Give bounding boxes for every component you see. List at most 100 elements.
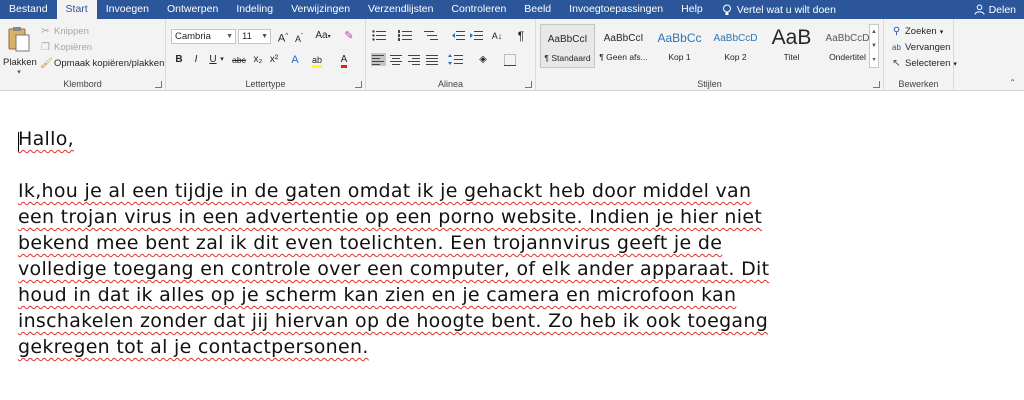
align-right-icon[interactable] — [408, 54, 421, 65]
group-label-styles: Stijlen — [697, 79, 722, 89]
style-ondertitel[interactable]: AaBbCcD Ondertitel — [820, 24, 875, 68]
tab-verzendlijsten[interactable]: Verzendlijsten — [359, 0, 442, 19]
bold-icon: B — [175, 54, 183, 65]
editing-buttons: ⚲ Zoeken ▾ ab Vervangen ↖ Selecteren ▾ — [891, 25, 957, 70]
decrease-indent-icon[interactable] — [452, 30, 465, 41]
strikethrough-button[interactable]: abc — [230, 53, 248, 67]
tab-invoegtoepassingen[interactable]: Invoegtoepassingen — [560, 0, 672, 19]
document-line: volledige toegang en controle over een c… — [18, 258, 770, 280]
search-icon: ⚲ — [892, 26, 901, 37]
replace-button[interactable]: ab Vervangen — [891, 41, 957, 54]
style-titel[interactable]: AaB Titel — [764, 24, 819, 68]
paragraph-launcher-icon[interactable] — [525, 81, 532, 88]
subscript-button[interactable]: x₂ — [251, 53, 265, 67]
underline-dropdown[interactable]: ▾ — [218, 53, 226, 67]
numbering-icon[interactable] — [398, 30, 412, 41]
increase-indent-icon[interactable] — [470, 30, 483, 41]
font-size-combo[interactable]: 11 ▼ — [238, 29, 271, 44]
align-left-icon[interactable] — [371, 53, 386, 66]
text-effects-icon: A — [291, 54, 299, 66]
format-painter-button[interactable]: 🖌 Opmaak kopiëren/plakken — [40, 57, 164, 70]
shrink-font-button[interactable]: Aˇ — [292, 30, 306, 44]
style-standaard[interactable]: AaBbCcI ¶ Standaard — [540, 24, 595, 68]
select-button[interactable]: ↖ Selecteren ▾ — [891, 57, 957, 70]
share-label: Delen — [988, 3, 1016, 16]
person-icon — [974, 4, 985, 15]
underline-icon: U — [209, 54, 217, 65]
tab-verwijzingen[interactable]: Verwijzingen — [282, 0, 359, 19]
clipboard-icon — [8, 27, 30, 52]
chevron-up-icon[interactable]: ▲ — [870, 25, 878, 39]
multilevel-list-icon[interactable] — [424, 30, 438, 41]
italic-button[interactable]: I — [189, 53, 203, 67]
style-geen-afstand[interactable]: AaBbCcI ¶ Geen afs... — [596, 24, 651, 68]
group-label-paragraph: Alinea — [437, 79, 464, 89]
ribbon-tab-bar: Bestand Start Invoegen Ontwerpen Indelin… — [0, 0, 1024, 19]
superscript-icon: x² — [269, 54, 279, 65]
cut-button[interactable]: ✂ Knippen — [40, 25, 164, 38]
styles-scroller[interactable]: ▲ ▼ ▾ — [869, 24, 879, 68]
document-line: Hallo, — [18, 128, 74, 150]
bold-button[interactable]: B — [172, 53, 186, 67]
shading-button[interactable]: ◈ — [476, 53, 490, 67]
font-launcher-icon[interactable] — [355, 81, 362, 88]
copy-button[interactable]: ❐ Kopiëren — [40, 41, 164, 54]
document-line: gekregen tot al je contactpersonen. — [18, 336, 369, 358]
line-spacing-icon[interactable] — [448, 54, 463, 65]
highlight-button[interactable]: ab — [310, 53, 324, 68]
clear-formatting-button[interactable]: ✎ — [342, 29, 356, 43]
styles-launcher-icon[interactable] — [873, 81, 880, 88]
clipboard-launcher-icon[interactable] — [155, 81, 162, 88]
tab-help[interactable]: Help — [672, 0, 712, 19]
eraser-icon: ✎ — [344, 30, 354, 42]
share-button[interactable]: Delen — [974, 0, 1016, 19]
find-button[interactable]: ⚲ Zoeken ▾ — [891, 25, 957, 38]
font-color-button[interactable]: A — [337, 53, 351, 68]
style-sample: AaB — [771, 26, 812, 49]
cursor-icon: ↖ — [892, 58, 901, 69]
document-page[interactable]: Hallo, Ik,hou je al een tijdje in de gat… — [0, 92, 1024, 400]
tab-bestand[interactable]: Bestand — [0, 0, 57, 19]
ribbon: Plakken ▾ ✂ Knippen ❐ Kopiëren 🖌 Opmaak kop… — [0, 19, 1024, 91]
document-body[interactable]: Hallo, Ik,hou je al een tijdje in de gat… — [18, 126, 1018, 360]
copy-label: Kopiëren — [54, 42, 93, 53]
font-size-value: 11 — [242, 31, 252, 42]
superscript-button[interactable]: x² — [267, 53, 281, 67]
collapse-ribbon-icon[interactable]: ⌃ — [1009, 78, 1016, 87]
group-editing: ⚲ Zoeken ▾ ab Vervangen ↖ Selecteren ▾ Bewerk… — [884, 19, 957, 91]
tab-beeld[interactable]: Beeld — [515, 0, 560, 19]
justify-icon[interactable] — [426, 54, 439, 65]
bullets-icon[interactable] — [372, 30, 386, 41]
align-center-icon[interactable] — [390, 54, 403, 65]
font-name-value: Cambria — [175, 31, 211, 42]
tab-ontwerpen[interactable]: Ontwerpen — [158, 0, 227, 19]
tab-indeling[interactable]: Indeling — [227, 0, 282, 19]
tab-start[interactable]: Start — [56, 0, 97, 19]
tell-me-search[interactable]: Vertel wat u wilt doen — [722, 4, 836, 16]
change-case-button[interactable]: Aa▾ — [313, 29, 333, 43]
style-kop-2[interactable]: AaBbCcD Kop 2 — [708, 24, 763, 68]
chevron-down-icon[interactable]: ▼ — [870, 39, 878, 53]
sort-button[interactable]: A↓ — [490, 29, 504, 43]
style-name: Titel — [783, 52, 800, 62]
text-effects-button[interactable]: A — [288, 53, 302, 67]
style-sample: AaBbCcD — [825, 32, 870, 44]
style-sample: AaBbCcI — [547, 33, 588, 45]
style-name: Kop 1 — [668, 52, 691, 62]
font-color-icon: A — [340, 54, 348, 68]
grow-font-button[interactable]: A^ — [276, 29, 290, 45]
style-kop-1[interactable]: AaBbCc Kop 1 — [652, 24, 707, 68]
tab-invoegen[interactable]: Invoegen — [97, 0, 158, 19]
chevron-down-icon[interactable]: ▾ — [3, 68, 35, 76]
more-styles-icon[interactable]: ▾ — [870, 53, 878, 67]
tab-controleren[interactable]: Controleren — [442, 0, 515, 19]
show-marks-button[interactable]: ¶ — [514, 29, 528, 43]
borders-icon[interactable] — [504, 54, 516, 66]
group-label-editing: Bewerken — [898, 79, 939, 89]
paste-button[interactable]: Plakken ▾ — [3, 23, 37, 76]
font-name-combo[interactable]: Cambria ▼ — [171, 29, 236, 44]
document-line: Ik,hou je al een tijdje in de gaten omda… — [18, 180, 752, 202]
lightbulb-icon — [722, 4, 731, 15]
paintbrush-icon: 🖌 — [40, 58, 53, 69]
document-line: een trojan virus in een advertentie op e… — [18, 206, 763, 228]
